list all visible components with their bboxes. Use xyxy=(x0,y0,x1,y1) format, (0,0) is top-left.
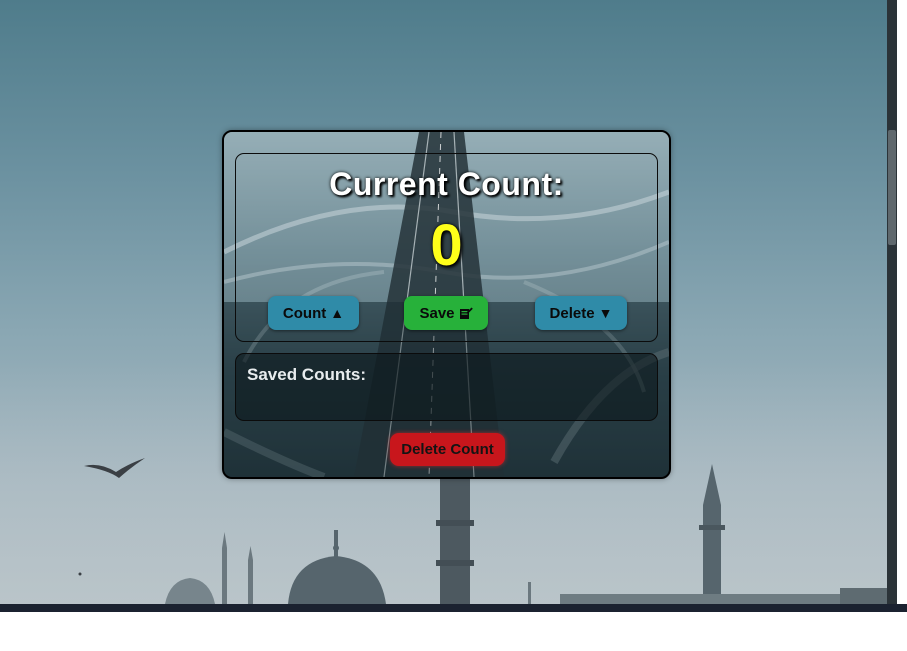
tower-center xyxy=(440,478,470,604)
dome-spire xyxy=(334,530,338,558)
count-button-label: Count xyxy=(282,304,327,322)
saved-counts-label: Saved Counts: xyxy=(247,365,367,384)
note-edit-icon xyxy=(459,306,473,320)
minaret-left-1 xyxy=(222,548,227,604)
delete-button-label: Delete xyxy=(549,304,595,322)
minaret-left-2 xyxy=(248,560,253,604)
tower-center-band-2 xyxy=(436,560,474,566)
small-dome xyxy=(165,578,215,604)
triangle-down-icon: ▼ xyxy=(598,305,613,321)
counter-card: Current Count: 0 Count ▲ Save Delete ▼ S… xyxy=(222,130,671,479)
minaret-tip-2 xyxy=(248,546,253,560)
building-right xyxy=(840,588,890,604)
tower-center-band xyxy=(436,520,474,526)
minaret-right xyxy=(703,505,721,604)
current-count-title: Current Count: xyxy=(329,166,564,202)
delete-count-button[interactable]: Delete Count xyxy=(390,433,505,466)
minaret-tip-1 xyxy=(222,532,227,548)
seagull xyxy=(84,458,145,478)
save-button[interactable]: Save xyxy=(404,296,488,330)
count-button[interactable]: Count ▲ xyxy=(268,296,359,330)
minaret-right-balcony xyxy=(699,525,725,530)
main-dome xyxy=(288,556,386,604)
minaret-small-right xyxy=(528,582,531,604)
count-panel: Current Count: 0 Count ▲ Save Delete ▼ xyxy=(235,153,658,342)
dome-spire-ball xyxy=(333,545,339,551)
bird-far xyxy=(78,572,82,576)
count-value: 0 xyxy=(430,213,463,278)
page-scrollbar[interactable] xyxy=(887,0,897,604)
triangle-up-icon: ▲ xyxy=(330,305,345,321)
saved-counts-panel: Saved Counts: xyxy=(235,353,658,421)
minaret-right-tip xyxy=(703,464,721,505)
delete-button[interactable]: Delete ▼ xyxy=(535,296,627,330)
scrollbar-thumb[interactable] xyxy=(888,130,896,245)
taskbar xyxy=(0,604,907,612)
save-button-label: Save xyxy=(419,304,455,322)
